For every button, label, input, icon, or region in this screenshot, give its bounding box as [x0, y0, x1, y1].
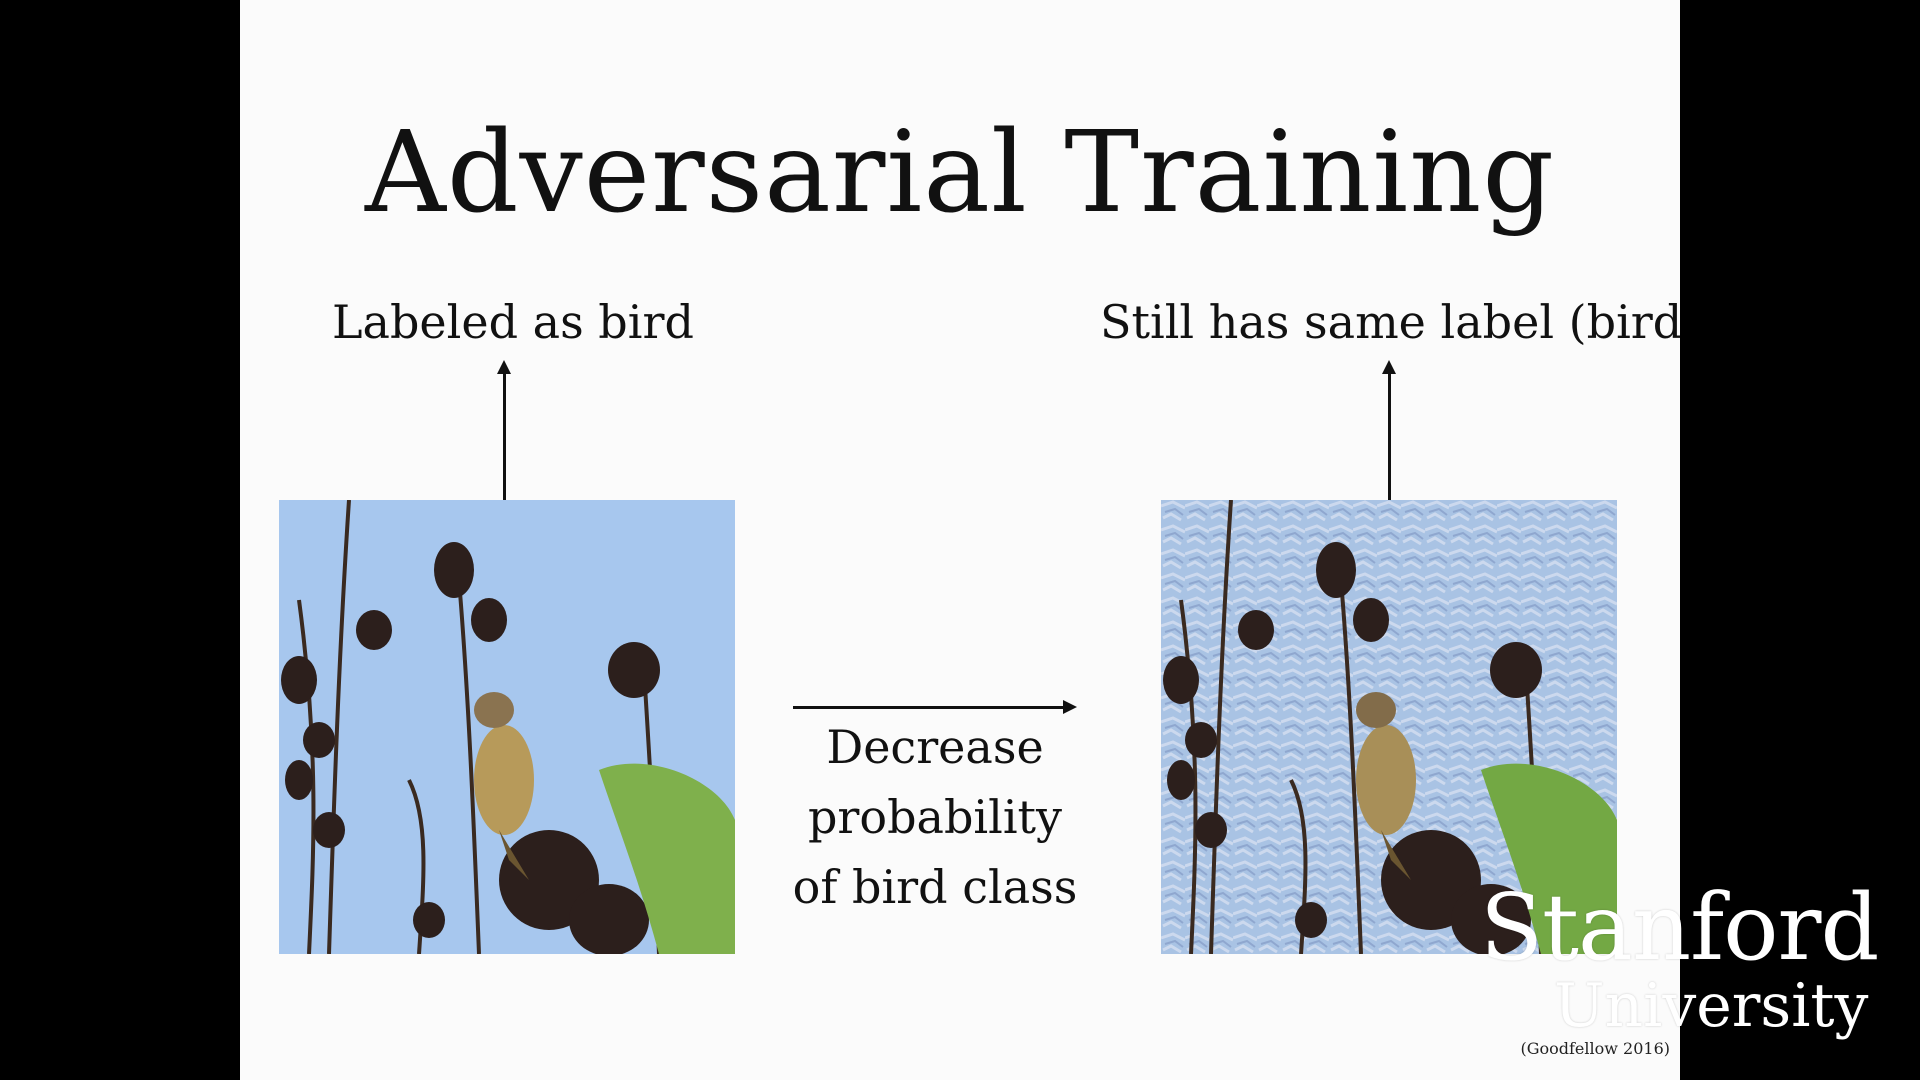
- original-bird-image: [279, 500, 735, 954]
- slide: Adversarial Training Labeled as bird Sti…: [240, 0, 1680, 1080]
- up-arrow-left-icon: [497, 360, 511, 500]
- caption-line: Decrease: [826, 720, 1044, 774]
- citation: (Goodfellow 2016): [1520, 1039, 1670, 1058]
- slide-title: Adversarial Training: [364, 108, 1556, 238]
- caption-line: probability: [807, 790, 1063, 844]
- right-label: Still has same label (bird): [1100, 295, 1680, 349]
- watermark-line: University: [1553, 971, 1869, 1041]
- stanford-watermark: Stanford University: [1480, 874, 1879, 1041]
- right-arrow-icon: [793, 700, 1077, 714]
- transform-caption: Decrease probability of bird class: [785, 712, 1085, 922]
- caption-line: of bird class: [792, 860, 1078, 914]
- left-label: Labeled as bird: [332, 295, 694, 349]
- watermark-line: Stanford: [1480, 874, 1879, 981]
- up-arrow-right-icon: [1382, 360, 1396, 500]
